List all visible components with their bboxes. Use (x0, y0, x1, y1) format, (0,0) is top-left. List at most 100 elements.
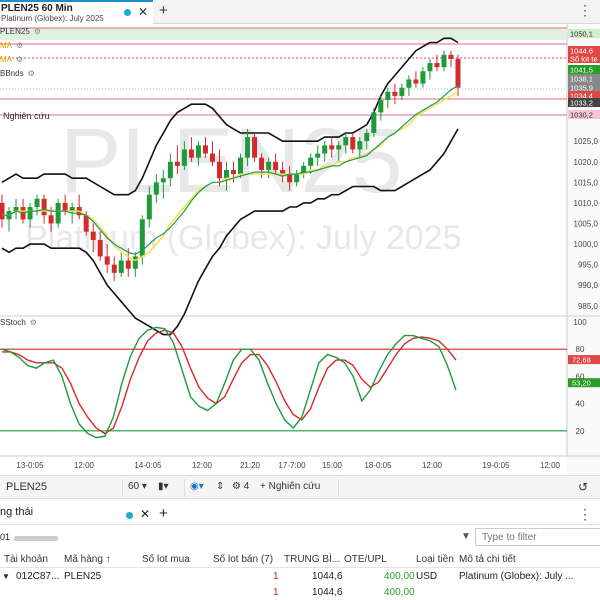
watermark-name: Platinum (Globex): July 2025 (25, 219, 462, 257)
research-button[interactable]: + Nghiên cứu (260, 481, 320, 492)
candle-body (448, 54, 454, 59)
row-sell: 1 (273, 571, 279, 582)
candle-body (385, 91, 391, 101)
legend-ma-label: MA (0, 55, 12, 64)
candle-body (104, 256, 110, 265)
col-currency[interactable]: Loại tiền (416, 554, 454, 565)
legend-symbol-label: PLEN25 (0, 27, 30, 36)
refresh-icon[interactable]: ↺ (578, 480, 588, 494)
table-row[interactable]: ▼ 012C87... PLEN25 1 1044,6 400,00 USD P… (0, 568, 600, 584)
account-selector[interactable]: 01 (0, 532, 10, 542)
candle-body (34, 198, 40, 208)
candle-body (209, 153, 215, 162)
candle-body (294, 174, 300, 183)
price-tag-label: 1038,1 (570, 75, 593, 84)
interval-selector[interactable]: 60 ▾ (128, 481, 147, 492)
legend-sstoch[interactable]: SStoch ⚙ (0, 318, 37, 327)
row-sell: 1 (273, 587, 279, 598)
gear-icon[interactable]: ⚙ (28, 69, 35, 78)
candle-body (0, 202, 5, 220)
candle-body (441, 54, 447, 68)
candle-body (188, 149, 194, 158)
link-dot-icon[interactable] (126, 512, 133, 519)
price-chart[interactable]: PLEN25 Platinum (Globex): July 2025 1025,… (0, 24, 600, 474)
visibility-icon[interactable]: ◉▾ (190, 481, 204, 492)
candle-body (364, 132, 370, 142)
candle-body (266, 161, 272, 170)
research-label[interactable]: Nghiên cứu (3, 111, 50, 121)
col-buy[interactable]: Số lot mua (142, 554, 190, 565)
add-tab-button[interactable]: + (159, 505, 168, 522)
gear-icon[interactable]: ⚙ (16, 41, 23, 50)
legend-bbands[interactable]: BBnds ⚙ (0, 69, 35, 78)
chart-area[interactable]: PLEN25 Platinum (Globex): July 2025 1025,… (0, 24, 600, 474)
more-menu-icon[interactable]: ⋮ (578, 506, 592, 523)
candle-body (273, 161, 279, 170)
candle-body (336, 145, 342, 150)
candle-body (357, 141, 363, 150)
candle-body (315, 153, 321, 158)
candle-body (48, 215, 54, 224)
more-menu-icon[interactable]: ⋮ (578, 2, 592, 19)
stoch-tick-label: 40 (576, 400, 585, 409)
price-tag-label: 1030,2 (570, 111, 593, 120)
filter-icon[interactable]: ▼ (461, 531, 471, 542)
positions-tab-bar: ng thái ✕ + ⋮ (0, 503, 600, 525)
row-description: Platinum (Globex): July ... (459, 571, 574, 582)
close-icon[interactable]: ✕ (138, 5, 148, 19)
candle-body (378, 100, 384, 113)
legend-ma-1[interactable]: MA ⚙ (0, 41, 23, 50)
crosshair-icon[interactable]: ⇕ (216, 481, 224, 492)
chart-tab[interactable]: PLEN25 60 Min Platinum (Globex): July 20… (0, 0, 153, 24)
legend-ma-2[interactable]: MA ⚙ (0, 55, 23, 64)
time-tick-label: 21:20 (240, 461, 261, 470)
candle-body (371, 112, 377, 133)
time-tick-label: 13-0:05 (16, 461, 44, 470)
candle-body (111, 264, 117, 273)
gear-icon[interactable]: ⚙ (16, 55, 23, 64)
legend-sstoch-label: SStoch (0, 318, 26, 327)
divider (338, 479, 339, 497)
add-tab-button[interactable]: + (159, 2, 168, 19)
candle-body (434, 63, 440, 68)
divider (184, 479, 185, 497)
candle-body (343, 137, 349, 146)
candle-body (160, 178, 166, 183)
filter-input[interactable] (475, 528, 600, 546)
gear-icon[interactable]: ⚙ (30, 318, 37, 327)
candle-body (202, 145, 208, 154)
time-tick-label: 12:00 (422, 461, 443, 470)
legend-symbol[interactable]: PLEN25 ⚙ (0, 27, 41, 36)
col-sell[interactable]: Số lot bán (7) (213, 554, 273, 565)
candle-body (181, 149, 187, 166)
col-symbol[interactable]: Mã hàng ↑ (64, 554, 111, 565)
symbol-selector[interactable]: PLEN25 (6, 481, 47, 493)
time-tick-label: 12:00 (192, 461, 213, 470)
time-tick-label: 18-0:05 (364, 461, 392, 470)
link-dot-icon[interactable] (124, 9, 131, 16)
legend-bbands-label: BBnds (0, 69, 24, 78)
drawing-tools-button[interactable]: ⚙ 4 (232, 481, 249, 492)
stoch-tag-label: 53,20 (572, 379, 591, 388)
legend-ma-label: MA (0, 41, 12, 50)
chart-type-icon[interactable]: ▮▾ (158, 481, 169, 492)
col-average[interactable]: TRUNG BÌ... (284, 554, 340, 565)
divider (122, 479, 123, 497)
candle-body (83, 215, 89, 232)
expand-icon[interactable]: ▼ (2, 572, 10, 581)
candle-body (97, 239, 103, 257)
table-row[interactable]: 1 1044,6 400,00 (0, 584, 600, 600)
drawing-count: 4 (243, 481, 250, 492)
candle-body (350, 137, 356, 150)
col-ote[interactable]: OTE/UPL (344, 554, 387, 565)
col-description[interactable]: Mô tả chi tiết (459, 554, 516, 565)
chart-tab-subtitle: Platinum (Globex): July 2025 (1, 14, 104, 23)
close-icon[interactable]: ✕ (140, 507, 150, 521)
tab-status[interactable]: ng thái (0, 506, 33, 518)
col-account[interactable]: Tài khoản (4, 554, 48, 565)
row-average: 1044,6 (312, 571, 343, 582)
candle-body (174, 161, 180, 166)
gear-icon[interactable]: ⚙ (34, 27, 41, 36)
time-tick-label: 19-0:05 (482, 461, 510, 470)
candle-body (153, 182, 159, 195)
